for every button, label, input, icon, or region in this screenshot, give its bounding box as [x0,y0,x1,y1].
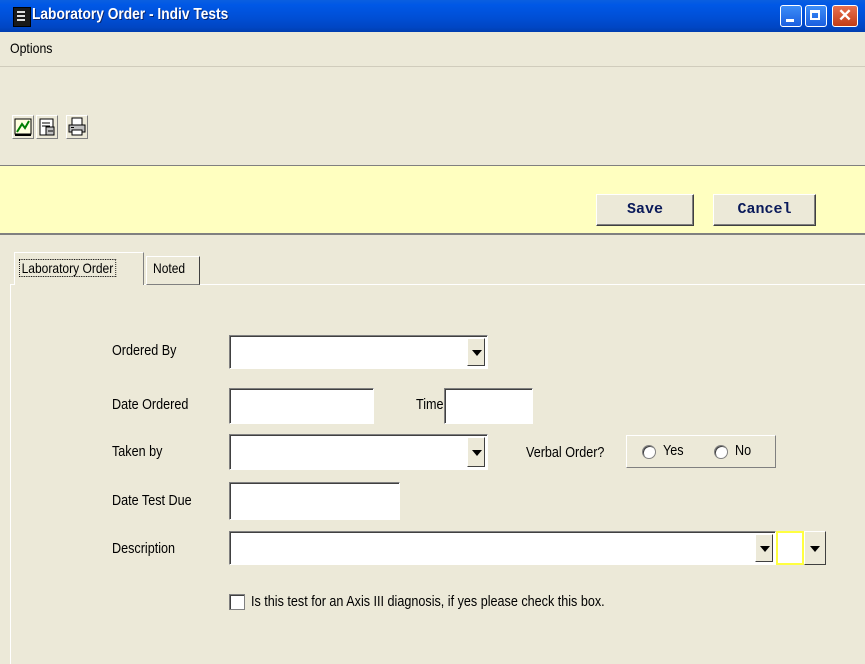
close-button[interactable]: ✕ [832,5,858,27]
tab-label: Noted [153,260,186,276]
print-icon [68,117,86,136]
properties-icon [39,118,55,136]
taken-by-select[interactable] [229,434,488,470]
title-bar[interactable]: Laboratory Order - Indiv Tests ✕ [0,0,865,33]
color-swatch[interactable] [776,531,804,565]
time-label: Time [416,396,444,413]
date-ordered-label: Date Ordered [112,396,189,413]
toolbar [0,67,865,165]
tab-laboratory-order[interactable]: Laboratory Order [14,252,144,285]
date-test-due-label: Date Test Due [112,492,192,509]
edit-toolbar-button[interactable] [12,115,34,139]
ordered-by-select[interactable] [229,335,488,369]
ordered-by-label: Ordered By [112,342,177,359]
description-select[interactable] [229,531,776,565]
maximize-button[interactable] [805,5,827,27]
axis-iii-label[interactable]: Is this test for an Axis III diagnosis, … [251,593,605,610]
axis-iii-checkbox[interactable] [229,594,245,610]
minimize-button[interactable] [780,5,802,27]
verbal-no-label[interactable]: No [735,442,751,459]
app-icon [13,7,31,27]
tab-noted[interactable]: Noted [146,256,200,285]
print-toolbar-button[interactable] [66,115,88,139]
date-test-due-field[interactable] [229,482,400,520]
cancel-button[interactable]: Cancel [713,194,816,226]
verbal-order-label: Verbal Order? [526,444,605,461]
tab-label: Laboratory Order [19,259,116,277]
chevron-down-icon[interactable] [467,437,485,467]
chevron-down-icon[interactable] [467,338,485,366]
verbal-order-group: Yes No [626,435,776,468]
verbal-yes-label[interactable]: Yes [663,442,684,459]
time-field[interactable] [444,388,533,424]
window-title: Laboratory Order - Indiv Tests [32,6,229,23]
description-label: Description [112,540,176,557]
save-button[interactable]: Save [596,194,694,226]
verbal-no-radio[interactable] [714,445,728,459]
menu-bar: Options [0,32,865,67]
date-ordered-field[interactable] [229,388,374,424]
properties-toolbar-button[interactable] [36,115,58,139]
verbal-yes-radio[interactable] [642,445,656,459]
chevron-down-icon[interactable] [755,534,773,562]
close-icon: ✕ [837,6,853,25]
taken-by-label: Taken by [112,443,163,460]
color-dropdown-button[interactable] [804,531,826,565]
edit-icon [14,118,32,136]
menu-options[interactable]: Options [10,40,52,56]
